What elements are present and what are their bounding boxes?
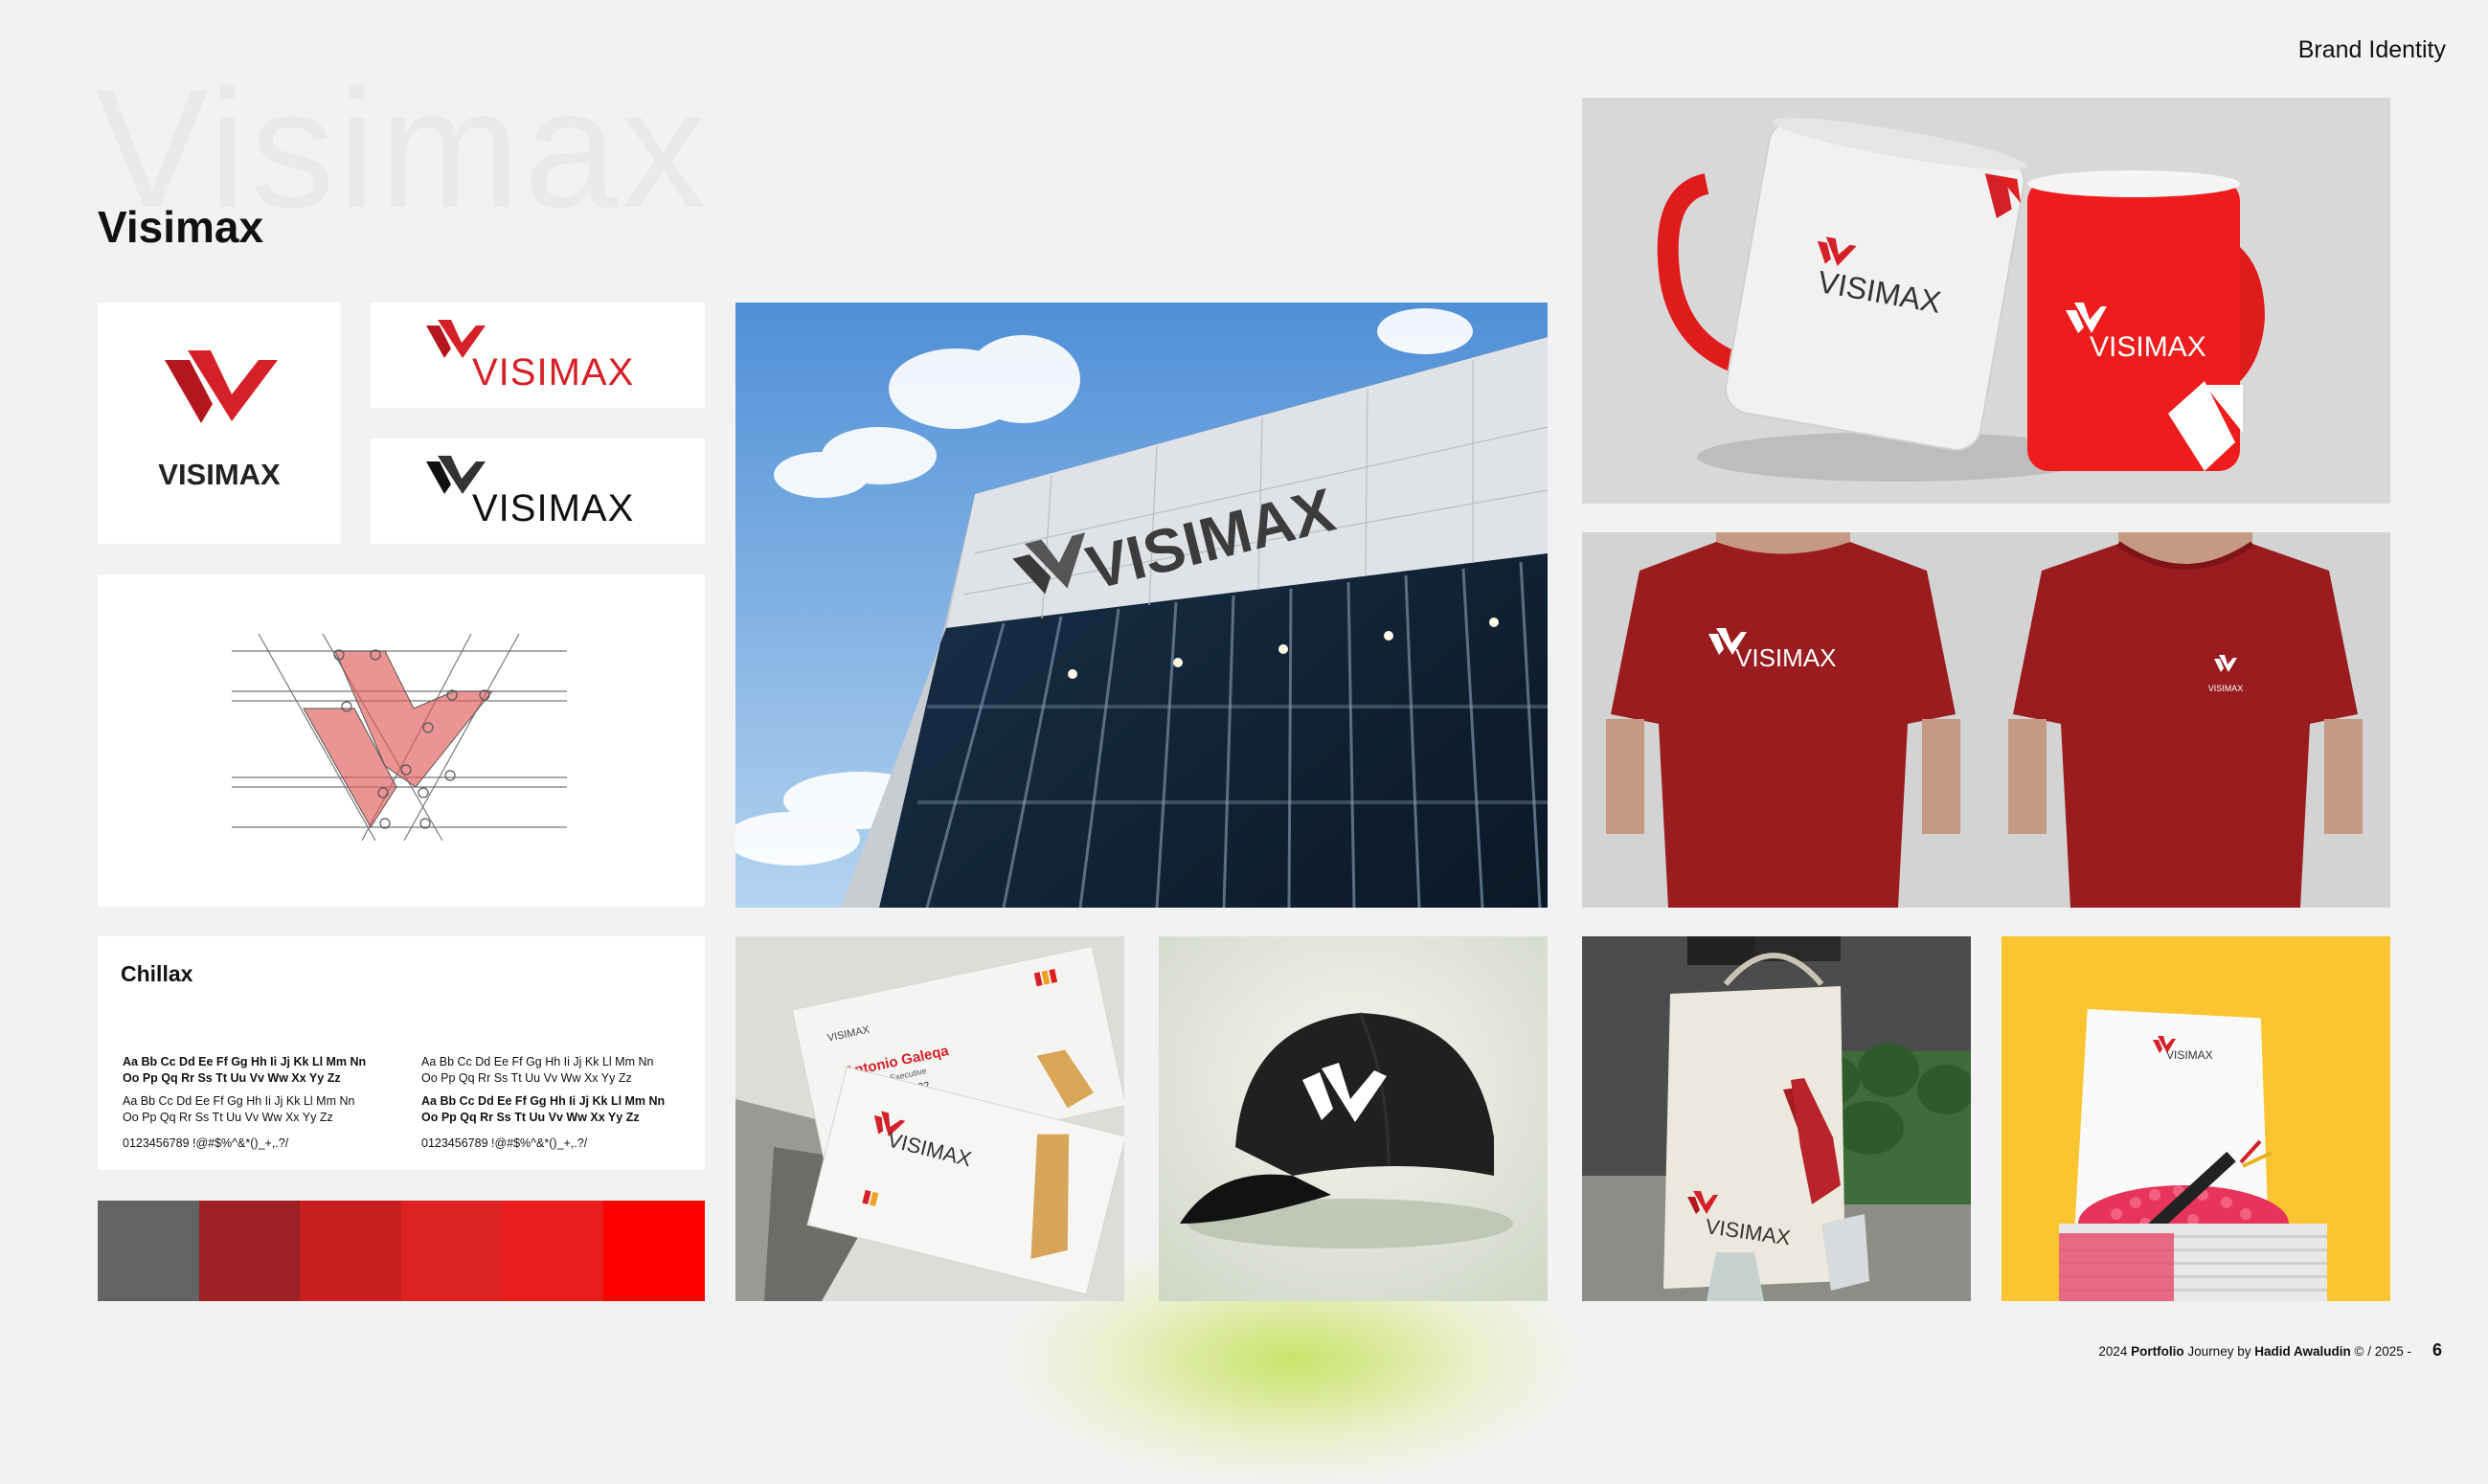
logo-construction-card [98,574,705,907]
horizontal-logo-red-card: VISIMAX [371,303,705,408]
section-label: Brand Identity [2297,36,2446,63]
color-swatch [300,1201,402,1301]
color-swatch [98,1201,199,1301]
color-swatch [502,1201,604,1301]
building-signage-mockup: VISIMAX [735,303,1548,908]
mugs-mockup: VISIMAX VISIMAX [1582,98,2390,504]
color-swatch [401,1201,503,1301]
tshirt-front-wordmark: VISIMAX [2208,684,2244,693]
primary-logo-card: VISIMAX [98,303,341,544]
font-specimen-regular: Oo Pp Qq Rr Ss Tt Uu Vv Ww Xx Yy Zz [421,1071,632,1085]
footer-author: Hadid Awaludin [2254,1344,2351,1359]
footer-credit: 2024 Portfolio Journey by Hadid Awaludin… [2098,1344,2411,1359]
font-name: Chillax [121,961,193,986]
horizontal-logo-black-card: VISIMAX [371,438,705,544]
logo-construction-grid [232,633,567,842]
font-specimen-bold: Aa Bb Cc Dd Ee Ff Gg Hh Ii Jj Kk Ll Mm N… [421,1094,666,1108]
project-title: Visimax [98,202,264,252]
letterhead-mockup: VISIMAX [2002,936,2390,1301]
footer-portfolio: Portfolio [2131,1344,2184,1359]
font-specimen-numbers: 0123456789 !@#$%^&*()_+,.?/ [123,1136,289,1150]
mug-right-wordmark: VISIMAX [2090,331,2206,363]
letterhead-wordmark: VISIMAX [2166,1048,2213,1062]
color-swatch [603,1201,706,1301]
horizontal-logo-black-wordmark: VISIMAX [472,487,634,529]
primary-logo: VISIMAX [158,350,281,491]
tshirt-back-wordmark: VISIMAX [1735,643,1836,672]
cap-mockup [1159,936,1548,1301]
page-number: 6 [2431,1340,2442,1360]
color-palette [98,1201,706,1301]
font-specimen-bold: Oo Pp Qq Rr Ss Tt Uu Vv Ww Xx Yy Zz [123,1071,341,1085]
font-specimen-regular: Oo Pp Qq Rr Ss Tt Uu Vv Ww Xx Yy Zz [123,1111,333,1124]
footer-journey-by: Journey by [2187,1344,2251,1359]
footer-year: 2024 [2098,1344,2128,1359]
tshirts-mockup: VISIMAX VISIMAX [1582,532,2390,908]
tote-bag-mockup: VISIMAX [1582,936,1971,1301]
font-specimen-regular: Aa Bb Cc Dd Ee Ff Gg Hh Ii Jj Kk Ll Mm N… [421,1055,654,1068]
footer-copyright: © / 2025 - [2354,1344,2411,1359]
horizontal-logo-red-wordmark: VISIMAX [472,351,634,393]
typography-card: Chillax Aa Bb Cc Dd Ee Ff Gg Hh Ii Jj Kk… [98,936,705,1170]
font-specimen-bold: Aa Bb Cc Dd Ee Ff Gg Hh Ii Jj Kk Ll Mm N… [123,1055,367,1068]
color-swatch [198,1201,301,1301]
business-card-mockup: VISIMAX Antonio Galeqa Sales Executive +… [735,936,1124,1301]
primary-logo-wordmark: VISIMAX [158,458,281,491]
font-specimen-numbers: 0123456789 !@#$%^&*()_+,.?/ [421,1136,588,1150]
font-specimen-bold: Oo Pp Qq Rr Ss Tt Uu Vv Ww Xx Yy Zz [421,1111,640,1124]
font-specimen-regular: Aa Bb Cc Dd Ee Ff Gg Hh Ii Jj Kk Ll Mm N… [123,1094,355,1108]
